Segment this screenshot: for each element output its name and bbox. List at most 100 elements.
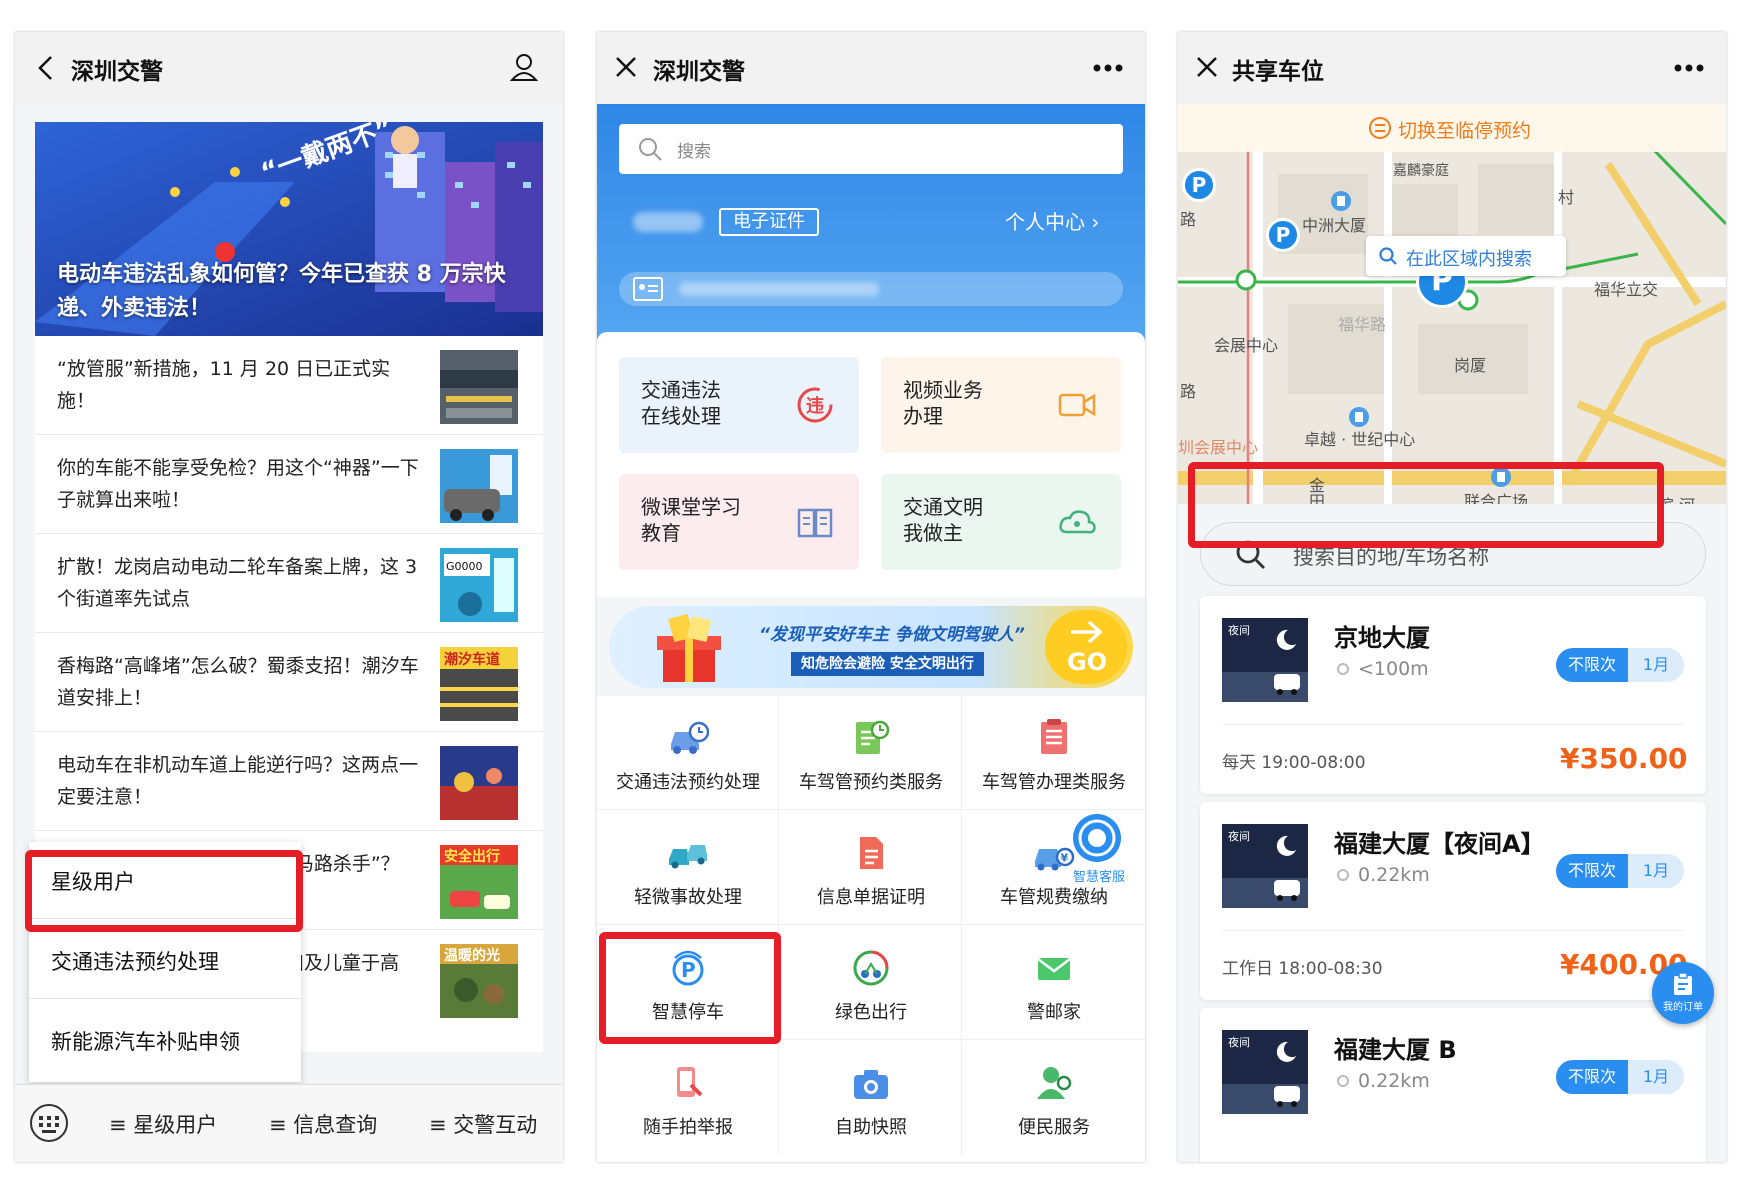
tab-police-interaction[interactable]: ≡ 交警互动	[429, 1109, 537, 1139]
grid-item-green-travel[interactable]: 绿色出行	[780, 926, 962, 1040]
id-card-bar[interactable]	[619, 272, 1123, 306]
grid-item-photo-report[interactable]: 随手拍举报	[597, 1041, 779, 1155]
svg-text:安全出行: 安全出行	[444, 848, 500, 865]
duration-tag: 1月	[1628, 648, 1684, 682]
news-thumbnail: 温暖的光	[440, 944, 518, 1018]
news-title: 香梅路“高峰堵”怎么破？蜀黍支招！潮汐车道安排上！	[57, 655, 419, 709]
menu-item-violation-appointment[interactable]: 交通违法预约处理	[29, 922, 301, 999]
map-label: 卓越 · 世纪中心	[1304, 430, 1416, 449]
news-item[interactable]: 电动车在非机动车道上能逆行吗？这两点一定要注意！	[35, 732, 543, 831]
close-icon[interactable]	[615, 56, 637, 78]
go-button[interactable]: GO	[1045, 610, 1127, 684]
search-input[interactable]: 搜索	[619, 124, 1123, 174]
personal-center-link[interactable]: 个人中心 ›	[1005, 206, 1099, 235]
grid-item-minor-accident[interactable]: 轻微事故处理	[597, 811, 779, 925]
card-civilized-traffic[interactable]: 交通文明 我做主	[881, 474, 1121, 570]
smart-service-float[interactable]: 智慧客服	[1059, 812, 1139, 902]
news-thumbnail: 安全出行	[440, 845, 518, 919]
map-label: 福华路	[1338, 315, 1387, 334]
highlight-box	[599, 932, 781, 1044]
nav-bar: 深圳交警	[15, 32, 563, 104]
lot-price: ¥350.00	[1560, 742, 1688, 775]
area-search-label: 在此区域内搜索	[1406, 249, 1532, 270]
area-search-button[interactable]: 在此区域内搜索	[1366, 236, 1566, 276]
more-icon[interactable]	[1674, 64, 1704, 72]
news-item[interactable]: 香梅路“高峰堵”怎么破？蜀黍支招！潮汐车道安排上！ 潮汐车道	[35, 633, 543, 732]
switch-bar[interactable]: 切换至临停预约	[1178, 104, 1726, 152]
more-icon[interactable]	[1093, 64, 1123, 72]
tab-info-query[interactable]: ≡ 信息查询	[269, 1109, 377, 1139]
unlimited-tag: 不限次	[1556, 1060, 1628, 1094]
gift-box-icon	[657, 613, 721, 682]
grid-item-license-appointment[interactable]: 车驾管预约类服务	[780, 696, 962, 810]
receipt-icon	[860, 837, 883, 869]
my-orders-button[interactable]: 我的订单	[1652, 962, 1714, 1024]
video-icon	[1058, 393, 1096, 417]
certificate-badge[interactable]: 电子证件	[719, 208, 819, 236]
parking-lot-card[interactable]: 夜间 京地大厦 <100m 不限次 1月 每天 19:00-08:00 ¥350…	[1200, 596, 1706, 794]
map-label: 嘉麟豪庭	[1393, 163, 1449, 179]
card-label: 视频业务 办理	[903, 378, 983, 428]
grid-item-license-handling[interactable]: 车驾管办理类服务	[963, 696, 1145, 810]
tab-star-user[interactable]: ≡ 星级用户	[109, 1109, 217, 1139]
lot-time: 每天 19:00-08:00	[1222, 753, 1366, 773]
parking-pin[interactable]: P	[1182, 168, 1216, 202]
news-title: 电动车在非机动车道上能逆行吗？这两点一定要注意！	[57, 754, 419, 808]
unlimited-tag: 不限次	[1556, 854, 1628, 888]
grid-item-label: 信息单据证明	[817, 887, 925, 908]
banner-caption: 电动车违法乱象如何管？今年已查获 8 万宗快递、外卖违法！	[57, 262, 506, 321]
map-label: 路	[1180, 210, 1197, 229]
headline-banner[interactable]: “一戴两不” 电动车违法乱象如何管？今年已查获 8 万宗快递、外卖违法！	[35, 122, 543, 336]
close-icon[interactable]	[1196, 56, 1218, 78]
switch-label: 切换至临停预约	[1398, 120, 1532, 142]
page-title: 深圳交警	[71, 59, 163, 85]
green-travel-icon	[853, 950, 889, 986]
menu-item-ev-subsidy[interactable]: 新能源汽车补贴申领	[29, 1002, 301, 1079]
grid-item-info-certificate[interactable]: 信息单据证明	[780, 811, 962, 925]
news-item[interactable]: “放管服”新措施，11 月 20 日已正式实施！	[35, 336, 543, 435]
card-micro-class[interactable]: 微课堂学习 教育	[619, 474, 859, 570]
grid-item-label: 轻微事故处理	[634, 887, 742, 908]
lot-thumbnail-label: 夜间	[1228, 1036, 1250, 1049]
location-dot-icon	[1337, 869, 1349, 881]
header-blue-panel: 搜索 电子证件 个人中心 ›	[597, 104, 1145, 344]
map-label: 岗厦	[1454, 356, 1487, 375]
grid-item-label: 交通违法预约处理	[616, 772, 760, 793]
user-icon[interactable]	[509, 52, 539, 82]
grid-item-violation-appointment[interactable]: 交通违法预约处理	[597, 696, 779, 810]
card-violation-online[interactable]: 交通违法 在线处理 违	[619, 357, 859, 453]
lot-thumbnail-label: 夜间	[1228, 830, 1250, 843]
keyboard-icon[interactable]	[29, 1103, 69, 1143]
news-item[interactable]: 你的车能不能享受免检？用这个“神器”一下子就算出来啦！	[35, 435, 543, 534]
location-dot-icon	[1337, 663, 1349, 675]
switch-icon	[1369, 117, 1391, 139]
news-title: “马路杀手”？！	[285, 853, 400, 907]
promo-banner[interactable]: “发现平安好车主 争做文明驾驶人” 知危险会避险 安全文明出行 GO	[609, 606, 1133, 688]
clipboard-icon	[1674, 972, 1692, 995]
grid-item-self-snapshot[interactable]: 自助快照	[780, 1041, 962, 1155]
phone-screen-2: 深圳交警 搜索 电子证件 个人中心 › 交通违法 在线处理 违 视频业务 办理 …	[597, 32, 1145, 1162]
parking-lot-card[interactable]: 夜间 福建大厦 B 0.22km 不限次 1月	[1200, 1008, 1706, 1162]
id-card-icon	[633, 277, 663, 301]
blurred-username	[633, 212, 703, 232]
grid-item-convenience-service[interactable]: 便民服务	[963, 1041, 1145, 1155]
parking-map[interactable]: 切换至临停预约 嘉麟豪庭 村 路 中洲大厦 福华立交 福华路 会展中心 岗厦 路…	[1178, 104, 1726, 504]
duration-tag: 1月	[1628, 1060, 1684, 1094]
phone-screen-3: 共享车位 切换至临停预约 嘉麟豪庭 村 路 中洲大厦 福华立交 福华路 会展中心…	[1178, 32, 1726, 1162]
page-title: 共享车位	[1232, 59, 1324, 85]
promo-title: “发现平安好车主 争做文明驾驶人”	[759, 625, 1025, 645]
news-item[interactable]: 扩散！龙岗启动电动二轮车备案上牌，这 3 个街道率先试点 G0000	[35, 534, 543, 633]
parking-lot-card[interactable]: 夜间 福建大厦【夜间A】 0.22km 不限次 1月 工作日 18:00-08:…	[1200, 802, 1706, 1000]
search-icon	[639, 138, 662, 161]
smart-service-label: 智慧客服	[1072, 870, 1125, 885]
card-video-service[interactable]: 视频业务 办理	[881, 357, 1121, 453]
bottom-tab-bar: ≡ 星级用户 ≡ 信息查询 ≡ 交警互动	[15, 1084, 563, 1162]
grid-item-label: 便民服务	[1018, 1117, 1090, 1138]
location-dot-icon	[1337, 1075, 1349, 1087]
grid-item-police-post[interactable]: 警邮家	[963, 926, 1145, 1040]
chevron-left-icon[interactable]	[35, 54, 57, 82]
highlight-box	[25, 850, 303, 932]
lot-name: 福建大厦 B	[1334, 1036, 1457, 1064]
parking-pin[interactable]: P	[1266, 218, 1300, 252]
highlight-box	[1188, 462, 1664, 548]
